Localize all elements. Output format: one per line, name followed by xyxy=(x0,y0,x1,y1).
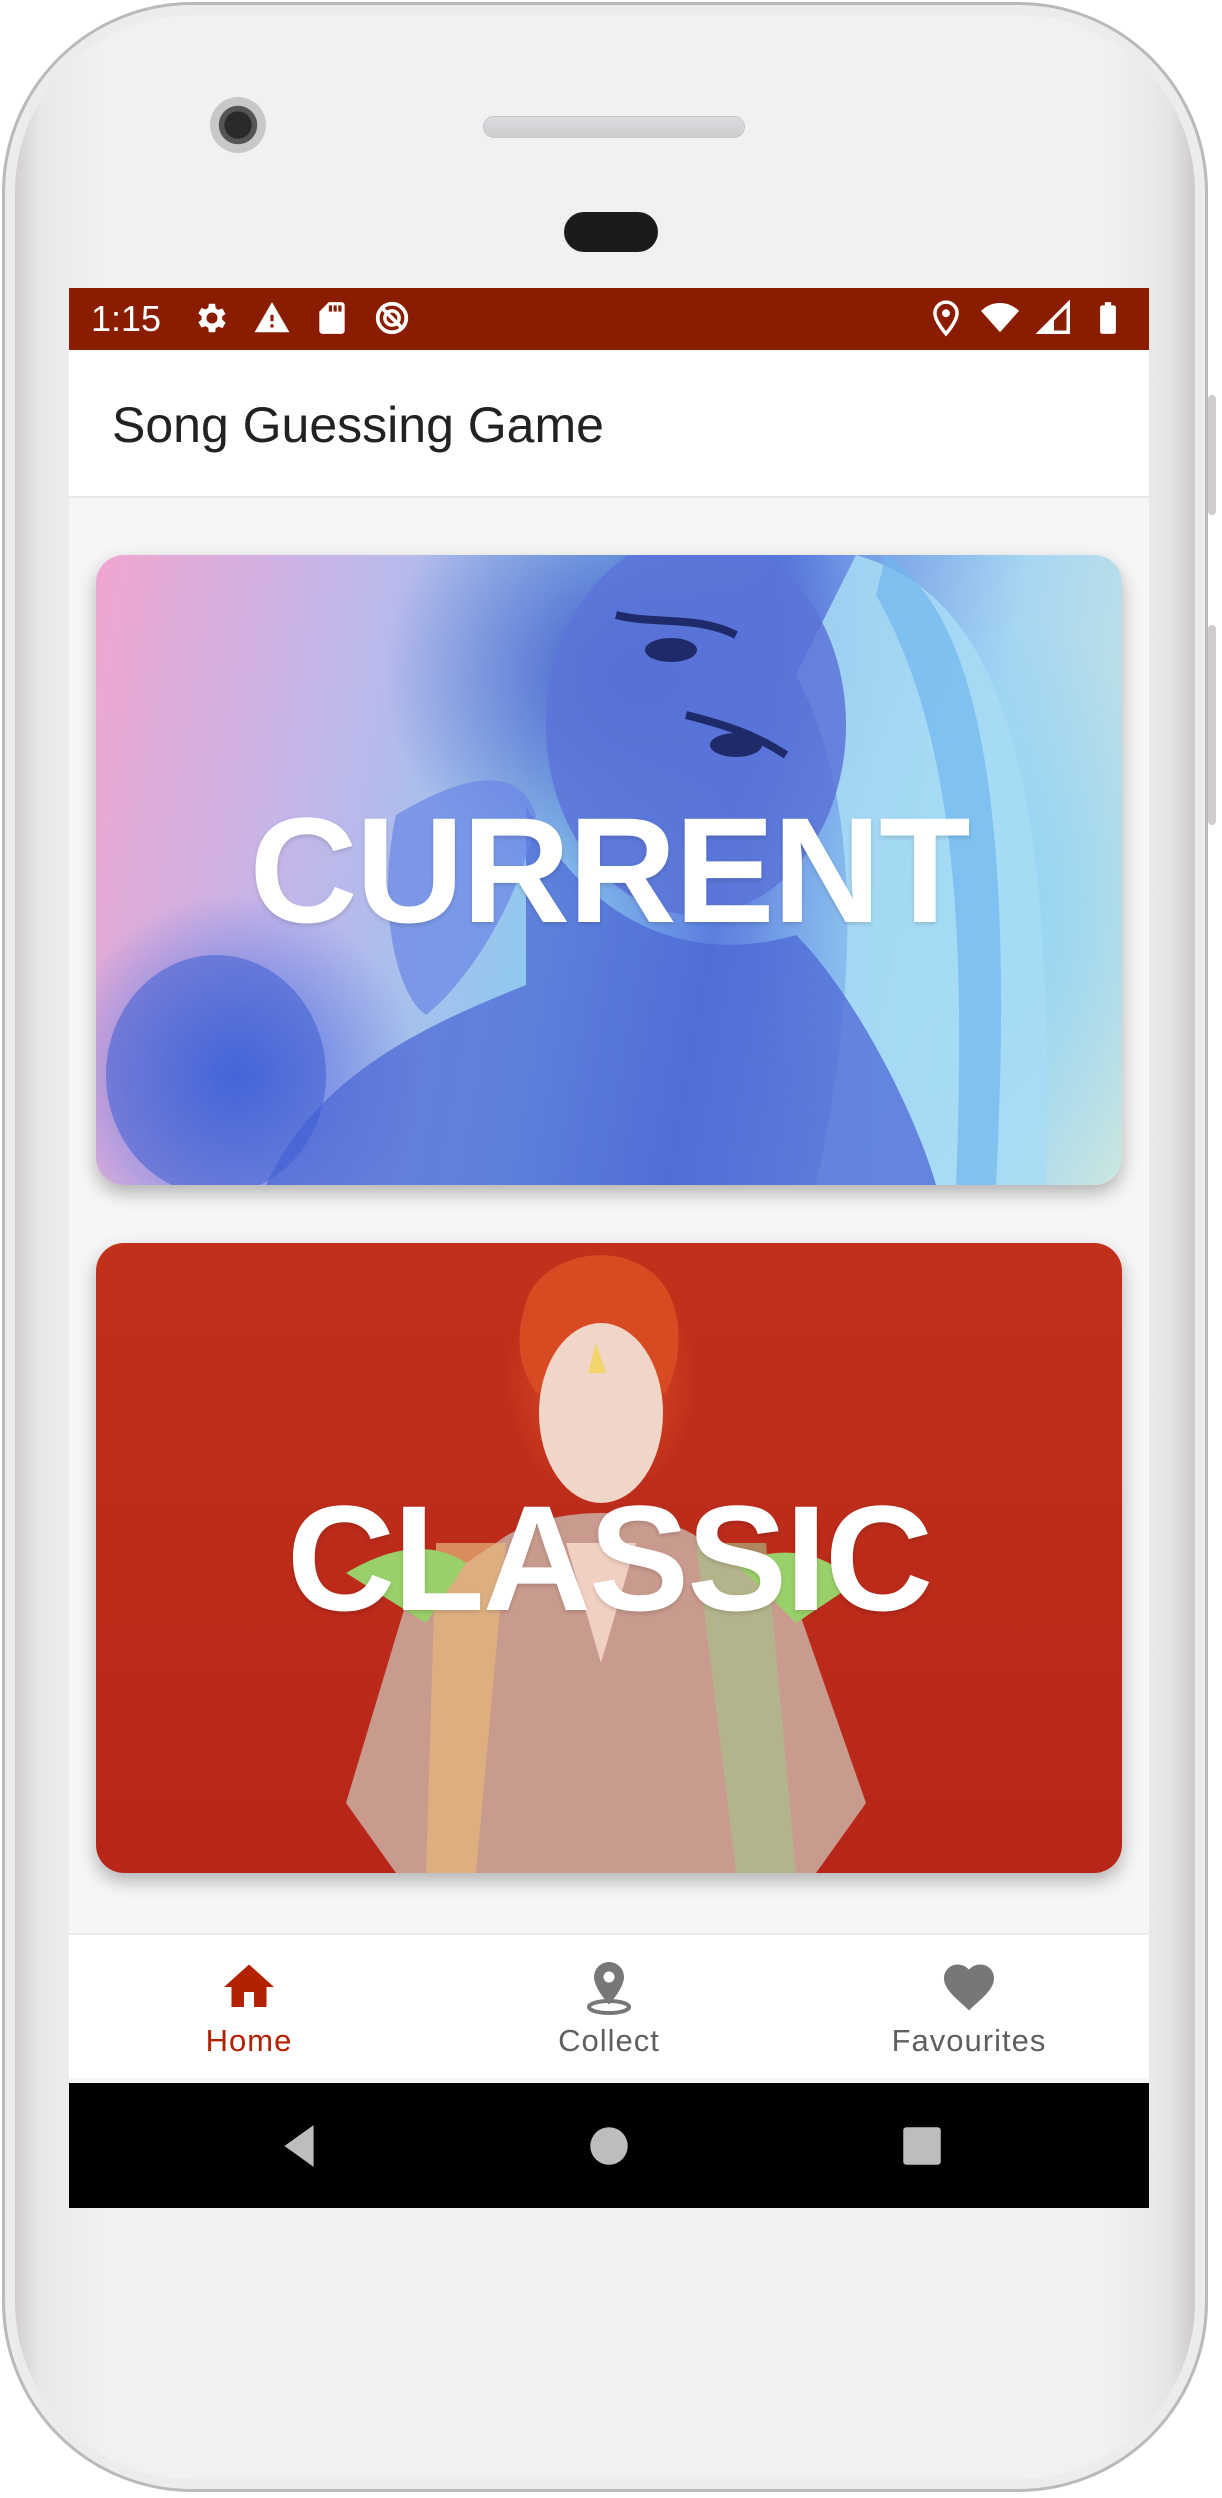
speaker-grille xyxy=(483,116,745,138)
gear-icon xyxy=(198,303,226,333)
nav-label-home: Home xyxy=(205,2023,293,2058)
volume-button xyxy=(1208,625,1216,825)
nav-label-collect: Collect xyxy=(558,2023,660,2058)
current-card-label: CURRENT xyxy=(249,785,970,954)
status-icons-right xyxy=(927,298,1127,338)
nav-label-favourites: Favourites xyxy=(891,2023,1047,2058)
home-circle-icon[interactable] xyxy=(584,2121,634,2171)
category-list: CURRENT CLASSIC xyxy=(69,498,1149,1918)
earpiece xyxy=(564,212,658,252)
heart-icon xyxy=(944,1964,994,2011)
wifi-icon xyxy=(981,303,1019,333)
nav-item-favourites[interactable]: Favourites xyxy=(789,1935,1149,2080)
nav-item-home[interactable]: Home xyxy=(69,1935,429,2080)
nav-item-collect[interactable]: Collect xyxy=(429,1935,789,2080)
status-icons-left xyxy=(193,298,411,338)
page-title: Song Guessing Game xyxy=(112,397,604,453)
classic-category-card[interactable]: CLASSIC xyxy=(96,1243,1122,1873)
battery-icon xyxy=(1100,302,1116,334)
bottom-navigation: Home Collect Favourites xyxy=(69,1933,1149,2078)
system-navigation-bar xyxy=(69,2083,1149,2208)
status-bar: 1:15 xyxy=(69,288,1149,350)
map-pin-icon xyxy=(587,1962,631,2016)
status-time: 1:15 xyxy=(91,298,162,339)
current-category-card[interactable]: CURRENT xyxy=(96,555,1122,1185)
no-disturb-icon xyxy=(375,301,409,335)
power-button xyxy=(1208,395,1216,515)
location-icon xyxy=(933,300,959,337)
classic-card-label: CLASSIC xyxy=(286,1473,933,1642)
back-icon[interactable] xyxy=(274,2121,324,2171)
app-bar: Song Guessing Game xyxy=(69,350,1149,498)
home-icon xyxy=(224,1964,274,2007)
sd-card-icon xyxy=(319,302,345,334)
screen: 1:15 Song Guessing Game CURRENT CLASSIC … xyxy=(69,288,1149,2208)
signal-icon xyxy=(1035,299,1070,334)
front-camera xyxy=(210,97,266,153)
phone-frame: 1:15 Song Guessing Game CURRENT CLASSIC … xyxy=(2,2,1216,2492)
recents-icon[interactable] xyxy=(897,2121,947,2171)
warning-icon xyxy=(254,302,290,333)
